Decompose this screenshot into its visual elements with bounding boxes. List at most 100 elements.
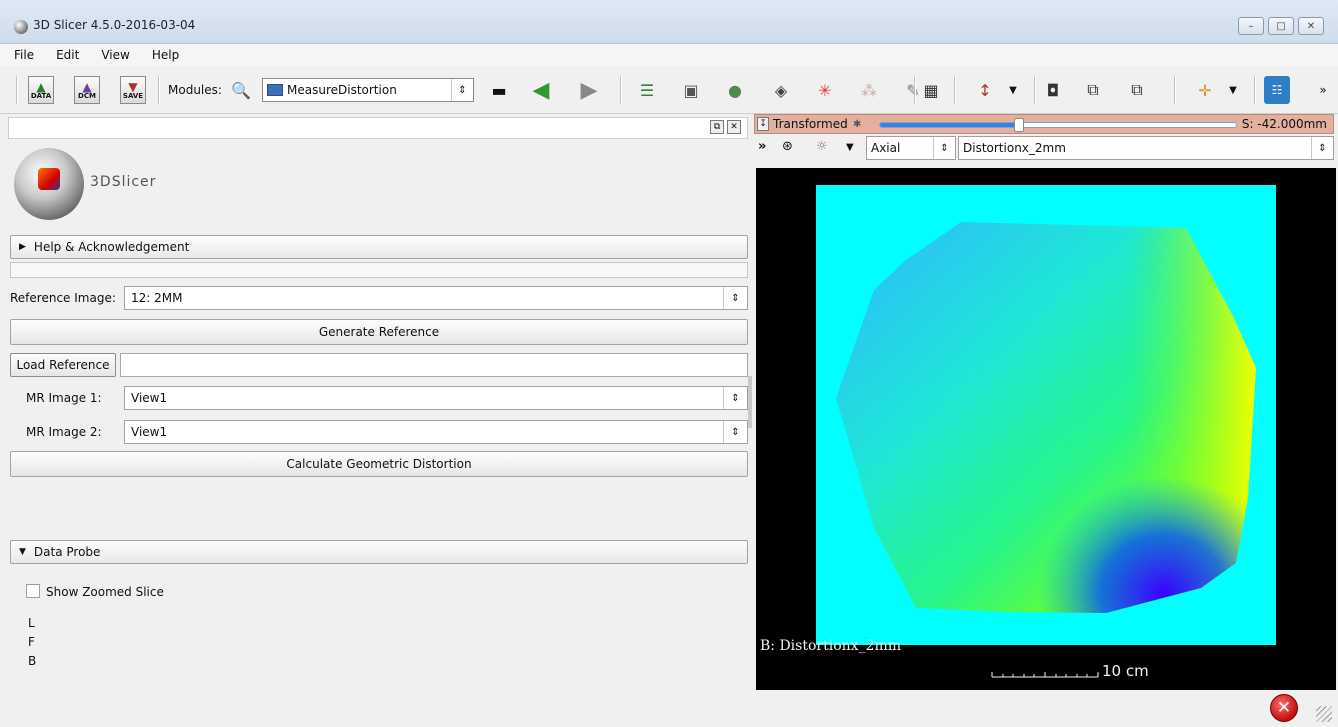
slice-offset-value: S: -42.000mm [1241, 117, 1327, 131]
close-icon[interactable]: ✕ [727, 120, 741, 134]
modules-label: Modules: [168, 83, 222, 97]
calculate-distortion-button[interactable]: Calculate Geometric Distortion [10, 451, 748, 477]
slicer-logo [14, 148, 84, 220]
more-controls-icon[interactable]: » [758, 139, 766, 154]
help-acknowledgement-section[interactable]: ▶ Help & Acknowledgement [10, 235, 748, 259]
orientation-selector[interactable]: Axial ⇕ [866, 136, 956, 160]
screenshot-icon[interactable]: ◘ [1040, 76, 1066, 104]
generate-reference-button[interactable]: Generate Reference [10, 319, 748, 345]
toolbar-separator [1034, 76, 1036, 104]
slice-offset-fill [880, 123, 1019, 127]
error-log-icon[interactable]: ✕ [1270, 694, 1298, 722]
toolbar-separator [16, 76, 18, 104]
toolbar-separator [1254, 76, 1256, 104]
layout-icon[interactable]: ▦ [918, 76, 944, 104]
title-bar: 3D Slicer 4.5.0-2016-03-04 – □ ✕ [0, 0, 1338, 44]
save-button[interactable]: ▼ SAVE [120, 76, 146, 104]
menu-help[interactable]: Help [152, 48, 179, 62]
probe-f-line: F [28, 635, 35, 649]
load-dicom-button[interactable]: ▲ DCM [74, 76, 100, 104]
data-module-icon[interactable]: ☰ [634, 76, 660, 104]
module-divider [10, 262, 748, 278]
fiducials-icon[interactable]: ⁂ [856, 76, 882, 104]
scale-bar [991, 672, 1099, 678]
reference-image-value: 12: 2MM [131, 291, 183, 305]
link-views-icon[interactable]: ⊛ [782, 139, 793, 154]
module-selector[interactable]: MeasureDistortion ⇕ [262, 78, 474, 102]
app-icon [14, 20, 28, 34]
show-zoomed-slice-checkbox[interactable] [26, 584, 40, 598]
distortion-map [836, 222, 1256, 613]
mr-image-1-label: MR Image 1: [26, 391, 102, 405]
slice-offset-slider[interactable] [879, 118, 1237, 132]
slice-controller-bar: ↧ Transformed ✱ S: -42.000mm [754, 114, 1334, 134]
transforms-module-icon[interactable]: ◈ [768, 76, 794, 104]
reference-image-selector[interactable]: 12: 2MM ⇕ [124, 286, 748, 310]
window-title: 3D Slicer 4.5.0-2016-03-04 [33, 18, 196, 32]
module-panel: ⧉ ✕ 3DSlicer ▶ Help & Acknowledgement Re… [0, 114, 752, 727]
slice-viewer[interactable]: B: Distortionx_2mm 10 cm [756, 168, 1336, 690]
reference-path-field[interactable] [120, 353, 748, 377]
extension-manager-icon[interactable]: ☷ [1264, 76, 1290, 104]
mouse-mode-icon[interactable]: ↕ [972, 76, 998, 104]
logo-text: 3DSlicer [90, 174, 157, 190]
toolbar-separator [954, 76, 956, 104]
slice-layer-label: Transformed [773, 117, 848, 131]
maximize-button[interactable]: □ [1268, 17, 1294, 35]
load-reference-button[interactable]: Load Reference [10, 353, 116, 377]
chevron-down-icon: ⇕ [723, 421, 747, 443]
mr-image-1-selector[interactable]: View1 ⇕ [124, 386, 748, 410]
main-toolbar: ▲ DATA ▲ DCM ▼ SAVE Modules: 🔍 MeasureDisto… [0, 66, 1338, 114]
slice-image [816, 185, 1276, 678]
scene-view-restore-icon[interactable]: ⧉ [1124, 76, 1150, 104]
menu-view[interactable]: View [101, 48, 129, 62]
resize-grip[interactable] [1316, 706, 1332, 722]
chevron-down-icon[interactable]: ▼ [846, 142, 854, 153]
volume-selector[interactable]: Distortionx_2mm ⇕ [958, 136, 1334, 160]
toolbar-separator [158, 76, 160, 104]
menu-edit[interactable]: Edit [56, 48, 79, 62]
link-icon[interactable]: ✱ [853, 119, 861, 130]
probe-b-line: B [28, 654, 37, 668]
models-module-icon[interactable]: ● [722, 76, 748, 104]
undock-icon[interactable]: ⧉ [710, 120, 724, 134]
mr-image-1-value: View1 [131, 391, 168, 405]
mr-image-2-selector[interactable]: View1 ⇕ [124, 420, 748, 444]
viewer-layer-label: B: Distortionx_2mm [760, 638, 901, 654]
minimize-button[interactable]: – [1238, 17, 1264, 35]
orientation-value: Axial [871, 141, 901, 155]
menu-bar: File Edit View Help [0, 44, 1338, 66]
scale-bar-label: 10 cm [1102, 662, 1149, 680]
slice-view-panel: ↧ Transformed ✱ S: -42.000mm » ⊛ ☼ ▼ Axi… [754, 114, 1338, 727]
module-history-icon[interactable]: ▬ [486, 76, 512, 104]
chevron-down-icon[interactable]: ▼ [1220, 76, 1246, 104]
forward-arrow-icon[interactable]: ▶ [576, 76, 602, 104]
panel-splitter-handle[interactable] [748, 376, 752, 428]
toolbar-more-icon[interactable]: » [1310, 76, 1336, 104]
back-arrow-icon[interactable]: ◀ [528, 76, 554, 104]
crosshair-icon[interactable]: ✛ [1192, 76, 1218, 104]
pin-icon[interactable]: ↧ [757, 117, 769, 131]
close-window-button[interactable]: ✕ [1298, 17, 1324, 35]
collapse-arrow-icon: ▼ [19, 547, 26, 557]
chevron-down-icon[interactable]: ▼ [1000, 76, 1026, 104]
volumes-module-icon[interactable]: ▣ [678, 76, 704, 104]
probe-l-line: L [28, 616, 35, 630]
slice-offset-thumb[interactable] [1013, 118, 1024, 132]
chevron-down-icon: ⇕ [723, 387, 747, 409]
toolbar-separator [620, 76, 622, 104]
menu-file[interactable]: File [14, 48, 34, 62]
module-panel-header: ⧉ ✕ [8, 117, 748, 139]
scene-view-icon[interactable]: ⧉ [1080, 76, 1106, 104]
load-data-button[interactable]: ▲ DATA [28, 76, 54, 104]
markups-module-icon[interactable]: ✳ [812, 76, 838, 104]
data-probe-section[interactable]: ▼ Data Probe [10, 540, 748, 564]
reference-image-label: Reference Image: [10, 291, 116, 305]
visibility-icon[interactable]: ☼ [816, 139, 828, 154]
mr-image-2-value: View1 [131, 425, 168, 439]
show-zoomed-slice-label: Show Zoomed Slice [46, 585, 164, 599]
module-search-icon[interactable]: 🔍 [228, 76, 254, 104]
data-probe-label: Data Probe [33, 545, 101, 559]
module-selected-label: MeasureDistortion [287, 83, 397, 97]
expand-arrow-icon: ▶ [19, 242, 26, 252]
